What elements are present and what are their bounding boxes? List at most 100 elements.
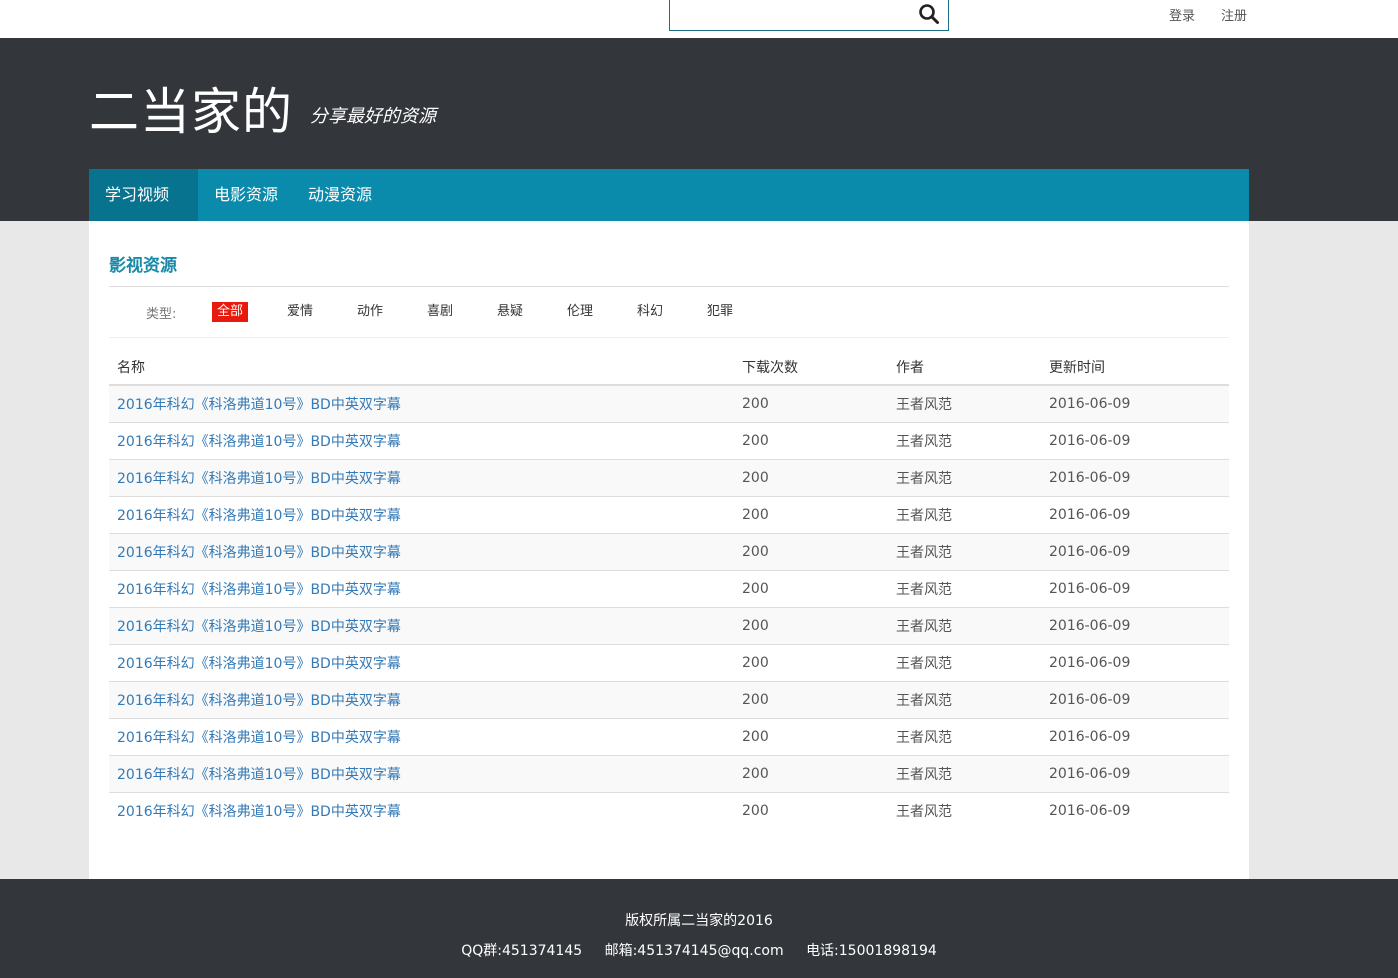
filter-comedy[interactable]: 喜剧 xyxy=(422,302,458,322)
site-footer: 版权所属二当家的2016 QQ群:451374145 邮箱:451374145@… xyxy=(0,879,1398,978)
table-row: 2016年科幻《科洛弗道10号》BD中英双字幕 200 王者风范 2016-06-09 xyxy=(109,717,1229,755)
divider xyxy=(109,337,1229,338)
filter-ethics[interactable]: 伦理 xyxy=(562,302,598,322)
cell-name: 2016年科幻《科洛弗道10号》BD中英双字幕 xyxy=(109,458,734,496)
cell-updated: 2016-06-09 xyxy=(1041,606,1229,644)
table-row: 2016年科幻《科洛弗道10号》BD中英双字幕 200 王者风范 2016-06-09 xyxy=(109,458,1229,496)
cell-name: 2016年科幻《科洛弗道10号》BD中英双字幕 xyxy=(109,680,734,718)
table-row: 2016年科幻《科洛弗道10号》BD中英双字幕 200 王者风范 2016-06-09 xyxy=(109,643,1229,681)
filter-label: 类型: xyxy=(146,307,177,322)
cell-updated: 2016-06-09 xyxy=(1041,643,1229,681)
footer-email: 邮箱:451374145@qq.com xyxy=(604,943,784,959)
table-header-row: 名称 下载次数 作者 更新时间 xyxy=(109,349,1229,386)
cell-downloads: 200 xyxy=(734,421,888,459)
resource-link[interactable]: 2016年科幻《科洛弗道10号》BD中英双字幕 xyxy=(117,545,401,561)
register-link[interactable]: 注册 xyxy=(1221,5,1247,24)
cell-name: 2016年科幻《科洛弗道10号》BD中英双字幕 xyxy=(109,421,734,459)
table-row: 2016年科幻《科洛弗道10号》BD中英双字幕 200 王者风范 2016-06-09 xyxy=(109,791,1229,829)
resource-link[interactable]: 2016年科幻《科洛弗道10号》BD中英双字幕 xyxy=(117,656,401,672)
filter-suspense[interactable]: 悬疑 xyxy=(492,302,528,322)
resource-link[interactable]: 2016年科幻《科洛弗道10号》BD中英双字幕 xyxy=(117,434,401,450)
resource-link[interactable]: 2016年科幻《科洛弗道10号》BD中英双字幕 xyxy=(117,767,401,783)
cell-name: 2016年科幻《科洛弗道10号》BD中英双字幕 xyxy=(109,532,734,570)
cell-author: 王者风范 xyxy=(888,569,1041,607)
table-row: 2016年科幻《科洛弗道10号》BD中英双字幕 200 王者风范 2016-06-09 xyxy=(109,532,1229,570)
table-row: 2016年科幻《科洛弗道10号》BD中英双字幕 200 王者风范 2016-06-09 xyxy=(109,680,1229,718)
nav-item-label: 学习视频 xyxy=(105,185,170,204)
resource-link[interactable]: 2016年科幻《科洛弗道10号》BD中英双字幕 xyxy=(117,693,401,709)
cell-updated: 2016-06-09 xyxy=(1041,717,1229,755)
column-header-name: 名称 xyxy=(109,349,734,386)
cell-author: 王者风范 xyxy=(888,606,1041,644)
search-box xyxy=(669,0,949,31)
cell-author: 王者风范 xyxy=(888,532,1041,570)
footer-contact: QQ群:451374145 邮箱:451374145@qq.com 电话:150… xyxy=(0,940,1398,960)
nav-item-study-videos[interactable]: 学习视频 xyxy=(89,169,198,250)
cell-name: 2016年科幻《科洛弗道10号》BD中英双字幕 xyxy=(109,569,734,607)
resource-link[interactable]: 2016年科幻《科洛弗道10号》BD中英双字幕 xyxy=(117,471,401,487)
cell-updated: 2016-06-09 xyxy=(1041,532,1229,570)
main-content: 影视资源 类型: 全部 爱情 动作 喜剧 悬疑 伦理 科幻 犯罪 名称 下载次数… xyxy=(89,221,1249,879)
resource-link[interactable]: 2016年科幻《科洛弗道10号》BD中英双字幕 xyxy=(117,582,401,598)
filter-crime[interactable]: 犯罪 xyxy=(702,302,738,322)
cell-author: 王者风范 xyxy=(888,643,1041,681)
cell-name: 2016年科幻《科洛弗道10号》BD中英双字幕 xyxy=(109,606,734,644)
table-row: 2016年科幻《科洛弗道10号》BD中英双字幕 200 王者风范 2016-06-09 xyxy=(109,606,1229,644)
nav-item-movies[interactable]: 电影资源 xyxy=(198,169,294,221)
section-title: 影视资源 xyxy=(109,256,177,276)
site-tagline: 分享最好的资源 xyxy=(310,106,436,127)
resource-link[interactable]: 2016年科幻《科洛弗道10号》BD中英双字幕 xyxy=(117,508,401,524)
resource-table: 名称 下载次数 作者 更新时间 2016年科幻《科洛弗道10号》BD中英双字幕 2… xyxy=(109,349,1229,829)
resource-link[interactable]: 2016年科幻《科洛弗道10号》BD中英双字幕 xyxy=(117,619,401,635)
cell-name: 2016年科幻《科洛弗道10号》BD中英双字幕 xyxy=(109,643,734,681)
table-row: 2016年科幻《科洛弗道10号》BD中英双字幕 200 王者风范 2016-06-09 xyxy=(109,421,1229,459)
main-nav: 学习视频 电影资源 动漫资源 xyxy=(89,169,1249,250)
cell-name: 2016年科幻《科洛弗道10号》BD中英双字幕 xyxy=(109,754,734,792)
resource-link[interactable]: 2016年科幻《科洛弗道10号》BD中英双字幕 xyxy=(117,804,401,820)
footer-qq: QQ群:451374145 xyxy=(461,943,583,959)
cell-updated: 2016-06-09 xyxy=(1041,495,1229,533)
table-row: 2016年科幻《科洛弗道10号》BD中英双字幕 200 王者风范 2016-06-09 xyxy=(109,495,1229,533)
cell-updated: 2016-06-09 xyxy=(1041,458,1229,496)
table-row: 2016年科幻《科洛弗道10号》BD中英双字幕 200 王者风范 2016-06-09 xyxy=(109,384,1229,422)
nav-item-anime[interactable]: 动漫资源 xyxy=(292,169,388,221)
filter-scifi[interactable]: 科幻 xyxy=(632,302,668,322)
resource-link[interactable]: 2016年科幻《科洛弗道10号》BD中英双字幕 xyxy=(117,730,401,746)
footer-phone: 电话:15001898194 xyxy=(806,943,937,959)
cell-author: 王者风范 xyxy=(888,384,1041,422)
cell-updated: 2016-06-09 xyxy=(1041,569,1229,607)
top-bar: 登录 注册 xyxy=(0,0,1398,38)
column-header-author: 作者 xyxy=(888,349,1041,386)
table-row: 2016年科幻《科洛弗道10号》BD中英双字幕 200 王者风范 2016-06-09 xyxy=(109,754,1229,792)
search-input[interactable] xyxy=(670,0,910,29)
cell-downloads: 200 xyxy=(734,754,888,792)
cell-downloads: 200 xyxy=(734,643,888,681)
filter-action[interactable]: 动作 xyxy=(352,302,388,322)
search-icon[interactable] xyxy=(918,3,940,25)
cell-downloads: 200 xyxy=(734,384,888,422)
cell-downloads: 200 xyxy=(734,791,888,829)
cell-updated: 2016-06-09 xyxy=(1041,680,1229,718)
cell-downloads: 200 xyxy=(734,532,888,570)
cell-author: 王者风范 xyxy=(888,458,1041,496)
cell-author: 王者风范 xyxy=(888,495,1041,533)
cell-downloads: 200 xyxy=(734,680,888,718)
filter-all[interactable]: 全部 xyxy=(212,302,249,322)
cell-name: 2016年科幻《科洛弗道10号》BD中英双字幕 xyxy=(109,717,734,755)
site-brand[interactable]: 二当家的 xyxy=(89,72,293,144)
cell-downloads: 200 xyxy=(734,717,888,755)
cell-name: 2016年科幻《科洛弗道10号》BD中英双字幕 xyxy=(109,384,734,422)
filter-romance[interactable]: 爱情 xyxy=(282,302,318,322)
cell-name: 2016年科幻《科洛弗道10号》BD中英双字幕 xyxy=(109,495,734,533)
login-link[interactable]: 登录 xyxy=(1169,5,1195,24)
cell-downloads: 200 xyxy=(734,569,888,607)
cell-downloads: 200 xyxy=(734,458,888,496)
resource-link[interactable]: 2016年科幻《科洛弗道10号》BD中英双字幕 xyxy=(117,397,401,413)
table-body: 2016年科幻《科洛弗道10号》BD中英双字幕 200 王者风范 2016-06-09… xyxy=(109,384,1229,829)
cell-author: 王者风范 xyxy=(888,421,1041,459)
cell-downloads: 200 xyxy=(734,606,888,644)
cell-updated: 2016-06-09 xyxy=(1041,791,1229,829)
footer-copyright: 版权所属二当家的2016 xyxy=(625,913,773,929)
cell-updated: 2016-06-09 xyxy=(1041,754,1229,792)
table-row: 2016年科幻《科洛弗道10号》BD中英双字幕 200 王者风范 2016-06-09 xyxy=(109,569,1229,607)
